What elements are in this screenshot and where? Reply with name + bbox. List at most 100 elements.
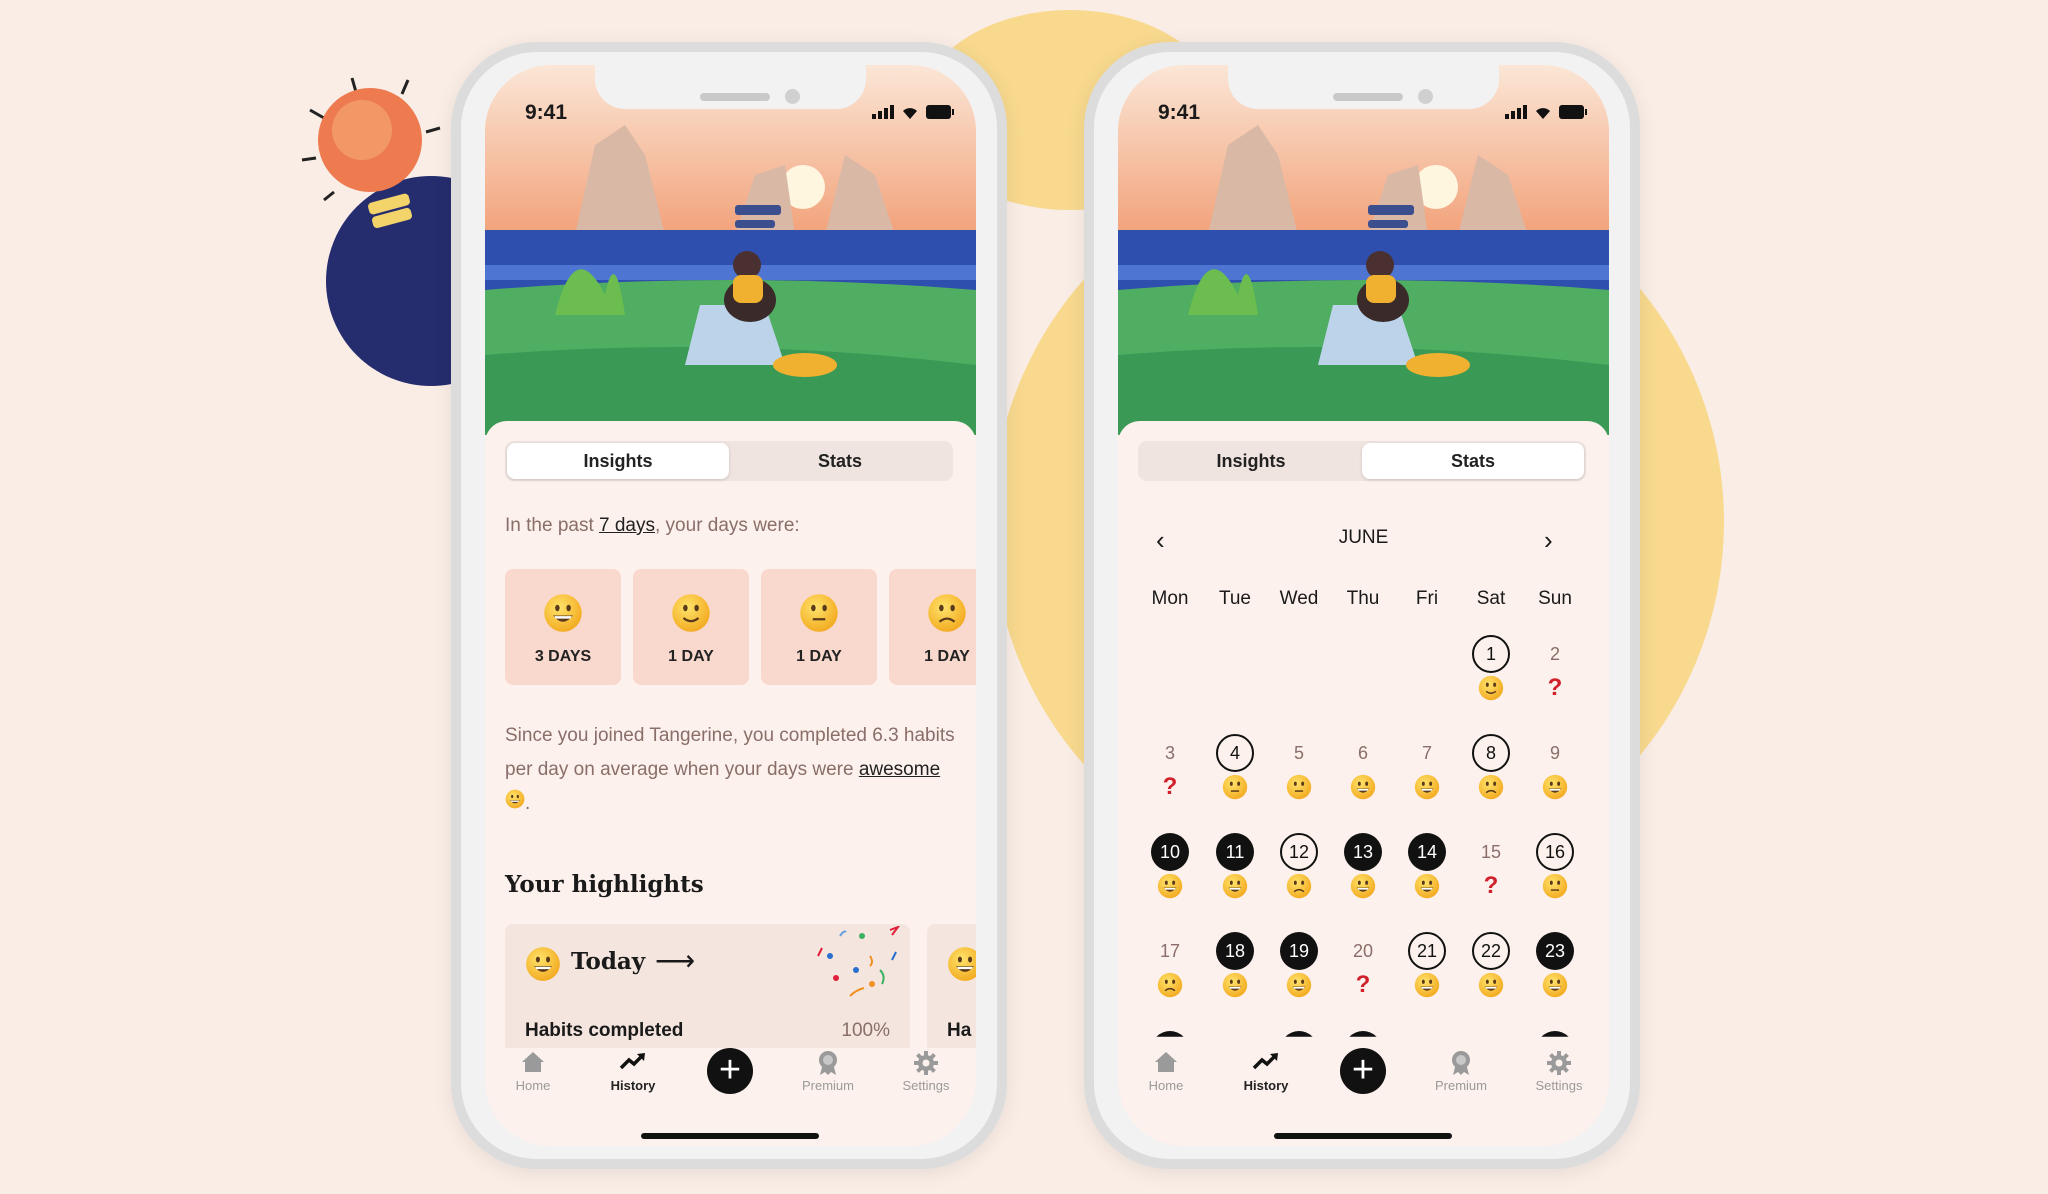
meh-face-icon <box>1542 873 1568 899</box>
calendar-day-5[interactable]: 5 <box>1280 734 1318 772</box>
calendar-day-1[interactable]: 1 <box>1472 635 1510 673</box>
calendar-day-19[interactable]: 19 <box>1280 932 1318 970</box>
calendar-day-11[interactable]: 11 <box>1216 833 1254 871</box>
calendar-day-8[interactable]: 8 <box>1472 734 1510 772</box>
good-face-icon <box>672 594 710 632</box>
segmented-control: Insights Stats <box>505 441 953 481</box>
awesome-face-icon <box>1414 873 1440 899</box>
meh-face-icon <box>1286 774 1312 800</box>
bad-face-icon <box>1478 774 1504 800</box>
habits-completed-label: Habits completed <box>525 1020 684 1041</box>
calendar-day-18[interactable]: 18 <box>1216 932 1254 970</box>
calendar-day-4[interactable]: 4 <box>1216 734 1254 772</box>
calendar-day-23[interactable]: 23 <box>1536 932 1574 970</box>
unknown-mood-icon: ? <box>1355 971 1371 998</box>
calendar-day-3[interactable]: 3 <box>1151 734 1189 772</box>
lightbulb-icon <box>301 77 441 229</box>
tab-insights[interactable]: Insights <box>1140 443 1362 479</box>
segmented-control: Insights Stats <box>1138 441 1586 481</box>
awesome-face-icon <box>1350 873 1376 899</box>
mood-card-awesome[interactable]: 3 DAYS <box>505 569 621 685</box>
tab-bar: Home History + Premium Settings <box>1118 1048 1609 1146</box>
tab-bar: Home History + Premium Settings <box>485 1048 976 1146</box>
tab-insights[interactable]: Insights <box>507 443 729 479</box>
wifi-icon <box>1536 108 1550 119</box>
trend-icon <box>593 1050 673 1078</box>
mood-card-meh[interactable]: 1 DAY <box>761 569 877 685</box>
calendar-day-15[interactable]: 15 <box>1472 833 1510 871</box>
calendar-day-20[interactable]: 20 <box>1344 932 1382 970</box>
tab-label: Settings <box>902 1078 950 1093</box>
calendar-day-22[interactable]: 22 <box>1472 932 1510 970</box>
screen: 9:41 Insights Stats ‹ JUNE › Mon Tue Wed Th… <box>1118 65 1609 1146</box>
tab-label: Settings <box>1535 1078 1583 1093</box>
gear-icon <box>886 1050 966 1078</box>
add-entry-button[interactable]: + <box>1340 1048 1386 1094</box>
calendar-day-14[interactable]: 14 <box>1408 833 1446 871</box>
add-entry-button[interactable]: + <box>707 1048 753 1094</box>
mood-count: 1 DAY <box>796 648 842 665</box>
period-link[interactable]: 7 days <box>599 515 655 536</box>
calendar-day-16[interactable]: 16 <box>1536 833 1574 871</box>
tab-settings[interactable]: Settings <box>886 1050 966 1093</box>
tab-history[interactable]: History <box>593 1050 673 1093</box>
mood-card-good[interactable]: 1 DAY <box>633 569 749 685</box>
good-face-icon <box>1478 675 1504 701</box>
highlight-title: Today <box>571 948 646 975</box>
awesome-face-icon <box>1286 972 1312 998</box>
stats-panel: Insights Stats ‹ JUNE › Mon Tue Wed Thu Fri S… <box>1118 421 1609 1146</box>
weekday-sat: Sat <box>1476 588 1506 609</box>
awesome-face-icon <box>1350 774 1376 800</box>
next-highlight-label: Ha <box>947 1020 972 1041</box>
calendar-day-9[interactable]: 9 <box>1536 734 1574 772</box>
wifi-icon <box>903 108 917 119</box>
award-icon <box>788 1050 868 1078</box>
signal-icon <box>872 105 894 119</box>
mood-card-bad[interactable]: 1 DAY <box>889 569 976 685</box>
calendar-day-7[interactable]: 7 <box>1408 734 1446 772</box>
tab-premium[interactable]: Premium <box>788 1050 868 1093</box>
tab-label: Home <box>1148 1078 1184 1093</box>
unknown-mood-icon: ? <box>1162 773 1178 800</box>
mood-count: 1 DAY <box>668 648 714 665</box>
award-icon <box>1421 1050 1501 1078</box>
tab-history[interactable]: History <box>1226 1050 1306 1093</box>
screen: 9:41 Insights Stats In the past 7 days, … <box>485 65 976 1146</box>
calendar-day-13[interactable]: 13 <box>1344 833 1382 871</box>
awesome-face-icon <box>1157 873 1183 899</box>
home-icon <box>1126 1050 1206 1078</box>
awesome-face-icon <box>1542 774 1568 800</box>
tab-stats[interactable]: Stats <box>1362 443 1584 479</box>
weekday-tue: Tue <box>1218 588 1252 609</box>
weekday-fri: Fri <box>1415 588 1439 609</box>
intro-suffix: , your days were: <box>655 515 800 536</box>
weekday-sun: Sun <box>1538 588 1572 609</box>
calendar-day-10[interactable]: 10 <box>1151 833 1189 871</box>
highlight-card-next[interactable]: Ha <box>927 924 976 1054</box>
tab-home[interactable]: Home <box>493 1050 573 1093</box>
trend-icon <box>1226 1050 1306 1078</box>
calendar-day-6[interactable]: 6 <box>1344 734 1382 772</box>
awesome-link[interactable]: awesome <box>859 759 940 780</box>
status-time: 9:41 <box>525 101 568 124</box>
calendar-day-21[interactable]: 21 <box>1408 932 1446 970</box>
highlight-card-today[interactable]: Today ⟶ Habits completed 100% <box>505 924 910 1054</box>
next-month-button[interactable]: › <box>1544 525 1553 556</box>
awesome-face-icon <box>1414 972 1440 998</box>
intro-prefix: In the past <box>505 515 600 536</box>
awesome-face-icon <box>1414 774 1440 800</box>
tab-settings[interactable]: Settings <box>1519 1050 1599 1093</box>
awesome-face-icon <box>1542 972 1568 998</box>
bad-face-icon <box>928 594 966 632</box>
tab-home[interactable]: Home <box>1126 1050 1206 1093</box>
bad-face-icon <box>1157 972 1183 998</box>
unknown-mood-icon: ? <box>1483 872 1499 899</box>
tab-stats[interactable]: Stats <box>729 443 951 479</box>
arrow-right-icon: ⟶ <box>655 945 696 976</box>
calendar-day-2[interactable]: 2 <box>1536 635 1574 673</box>
battery-icon <box>926 105 954 119</box>
calendar-day-17[interactable]: 17 <box>1151 932 1189 970</box>
calendar-day-12[interactable]: 12 <box>1280 833 1318 871</box>
tab-label: History <box>1243 1078 1289 1093</box>
tab-premium[interactable]: Premium <box>1421 1050 1501 1093</box>
